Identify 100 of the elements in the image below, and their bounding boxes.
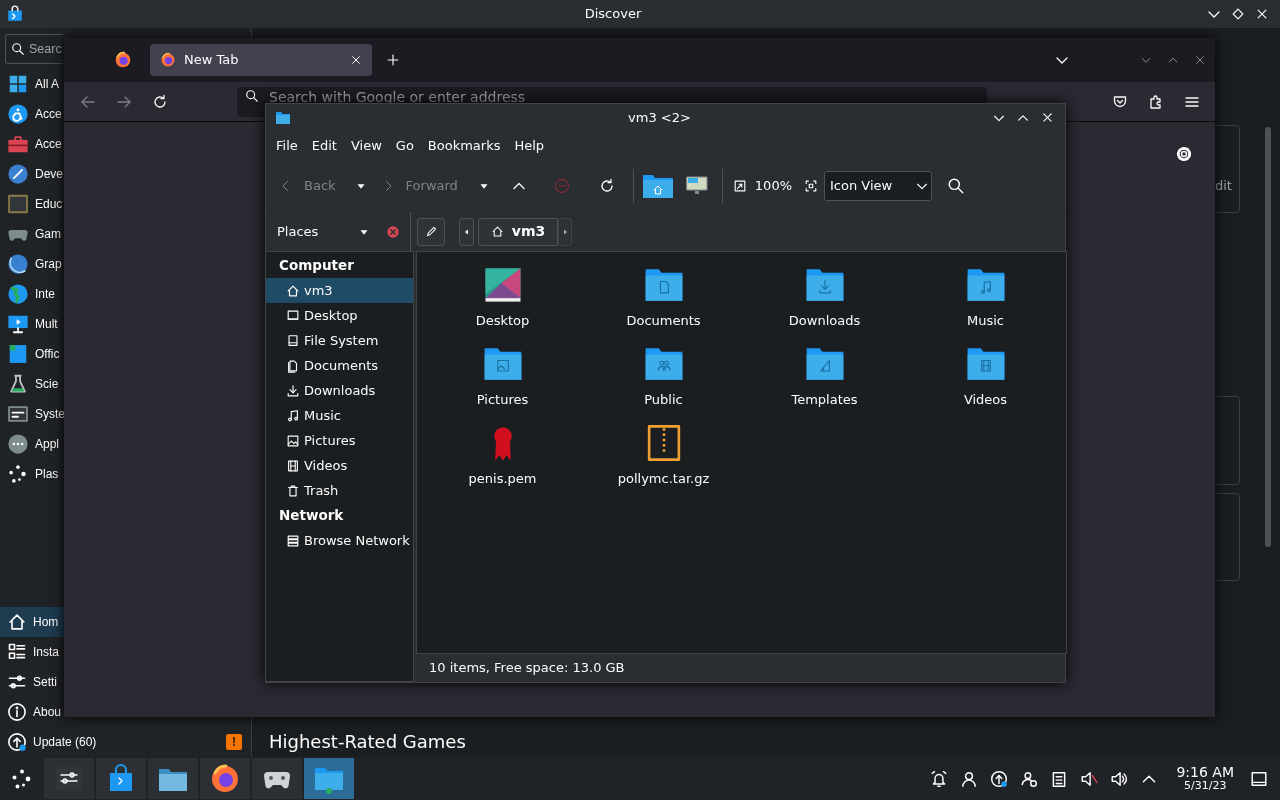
search-field[interactable]: Searc bbox=[5, 34, 63, 64]
file-name[interactable]: Music bbox=[967, 311, 1004, 331]
category-item[interactable]: Educ bbox=[35, 195, 63, 213]
pencil-icon bbox=[424, 225, 438, 238]
category-item[interactable]: Syste bbox=[35, 405, 65, 423]
zoom-out-button[interactable] bbox=[732, 179, 747, 193]
menu-item[interactable]: Edit bbox=[304, 136, 344, 156]
nav-item[interactable]: Insta bbox=[0, 637, 64, 667]
file-name[interactable]: Desktop bbox=[475, 311, 530, 331]
nav-item[interactable]: Abou bbox=[0, 697, 64, 727]
settings-button[interactable] bbox=[1175, 145, 1193, 163]
category-item[interactable]: Offic bbox=[35, 345, 60, 363]
desktop-button[interactable] bbox=[685, 176, 708, 196]
file-name[interactable]: Public bbox=[644, 390, 683, 410]
breadcrumb-button[interactable]: vm3 bbox=[478, 217, 558, 246]
category-item[interactable]: Appl bbox=[35, 435, 60, 453]
place-item[interactable]: File System bbox=[266, 328, 413, 353]
file-name[interactable]: Videos bbox=[963, 390, 1008, 410]
places-label: Places bbox=[277, 222, 320, 241]
place-item[interactable]: Pictures bbox=[266, 428, 413, 453]
speaker-icon bbox=[1110, 769, 1129, 788]
menu-item[interactable]: View bbox=[343, 136, 389, 156]
logo-icon bbox=[160, 52, 176, 68]
search-icon bbox=[11, 42, 25, 56]
place-item[interactable]: Music bbox=[266, 403, 413, 428]
home-icon bbox=[7, 612, 27, 632]
category-item[interactable]: Acce bbox=[35, 105, 62, 123]
window-title: Discover bbox=[583, 5, 643, 24]
search-button[interactable] bbox=[947, 177, 965, 195]
menu-item[interactable]: Bookmarks bbox=[420, 136, 508, 156]
file-name[interactable]: pollymc.tar.gz bbox=[617, 469, 710, 489]
search-icon bbox=[947, 177, 965, 195]
edit-location-button[interactable] bbox=[417, 217, 445, 246]
place-item[interactable]: Browse Network bbox=[266, 528, 413, 553]
menu-item[interactable]: Go bbox=[388, 136, 421, 156]
reload-button[interactable] bbox=[598, 178, 615, 194]
place-item[interactable]: Videos bbox=[266, 453, 413, 478]
section-heading: Network bbox=[278, 506, 345, 526]
menu-item[interactable]: File bbox=[269, 136, 305, 156]
search-icon bbox=[245, 88, 259, 103]
zoom-level: 100% bbox=[754, 177, 792, 196]
view-mode-select[interactable]: Icon View bbox=[824, 171, 932, 201]
place-item[interactable]: vm3 bbox=[266, 278, 413, 303]
pen-icon bbox=[7, 163, 29, 185]
reload-icon bbox=[598, 178, 615, 194]
server-icon bbox=[286, 533, 300, 548]
monitor-icon bbox=[286, 308, 300, 323]
category-item[interactable]: Inte bbox=[35, 285, 55, 303]
file-name[interactable]: penis.pem bbox=[468, 469, 537, 489]
taskbar-item[interactable] bbox=[200, 758, 250, 799]
taskbar-item[interactable] bbox=[44, 758, 94, 799]
scroll-left-button[interactable] bbox=[459, 217, 474, 246]
category-item[interactable]: Gam bbox=[35, 225, 61, 243]
menu-item[interactable]: Help bbox=[507, 136, 552, 156]
stop-icon bbox=[553, 178, 570, 194]
place-item[interactable]: Desktop bbox=[266, 303, 413, 328]
nav-item[interactable]: Hom bbox=[0, 607, 64, 637]
update-item[interactable]: Update (60) bbox=[33, 733, 97, 751]
logo-icon bbox=[210, 763, 240, 794]
place-item[interactable]: Downloads bbox=[266, 378, 413, 403]
taskbar-item[interactable] bbox=[148, 758, 198, 799]
nav-item[interactable]: Setti bbox=[0, 667, 64, 697]
close-icon[interactable] bbox=[350, 54, 362, 66]
reload-button[interactable] bbox=[152, 93, 168, 110]
category-item[interactable]: Grap bbox=[35, 255, 62, 273]
browser-tab[interactable]: New Tab bbox=[150, 44, 372, 76]
category-item[interactable]: Plas bbox=[35, 465, 59, 483]
film-icon bbox=[286, 458, 300, 473]
file-name[interactable]: Downloads bbox=[788, 311, 861, 331]
section-heading: Computer bbox=[278, 256, 355, 276]
new-tab-button[interactable] bbox=[386, 53, 400, 67]
desktop-icon bbox=[1250, 769, 1268, 788]
diamond-icon bbox=[1231, 7, 1245, 21]
monitor-icon bbox=[7, 313, 29, 335]
firefox-view-button[interactable] bbox=[114, 51, 132, 69]
puzzle-icon bbox=[1148, 93, 1164, 110]
close-icon bbox=[1193, 54, 1206, 66]
home-button[interactable] bbox=[641, 172, 674, 200]
category-item[interactable]: All A bbox=[35, 75, 59, 93]
category-item[interactable]: Scie bbox=[35, 375, 59, 393]
close-panel-button[interactable] bbox=[386, 224, 400, 239]
reload-icon bbox=[152, 93, 168, 110]
pocket-button[interactable] bbox=[1112, 93, 1128, 110]
file-name[interactable]: Pictures bbox=[476, 390, 529, 410]
place-item[interactable]: Documents bbox=[266, 353, 413, 378]
taskbar-item[interactable] bbox=[252, 758, 302, 799]
gear-icon bbox=[1175, 145, 1193, 163]
user-icon bbox=[960, 769, 979, 788]
clock[interactable]: 9:16 AM 5/31/23 bbox=[1176, 765, 1234, 792]
place-item[interactable]: Trash bbox=[266, 478, 413, 503]
more-icon bbox=[7, 433, 29, 455]
category-item[interactable]: Acce bbox=[35, 135, 62, 153]
file-name[interactable]: Templates bbox=[791, 390, 858, 410]
zoom-in-button[interactable] bbox=[804, 179, 818, 193]
file-name[interactable]: Documents bbox=[626, 311, 701, 331]
extensions-button[interactable] bbox=[1148, 93, 1164, 110]
taskbar-item[interactable] bbox=[96, 758, 146, 799]
category-item[interactable]: Deve bbox=[35, 165, 63, 183]
category-item[interactable]: Mult bbox=[35, 315, 58, 333]
drive-icon bbox=[286, 333, 300, 348]
